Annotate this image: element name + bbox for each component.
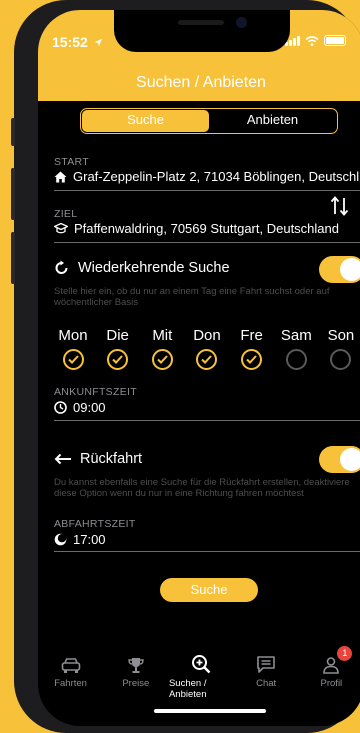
departure-time-field[interactable]: 17:00	[54, 532, 106, 547]
day-sam[interactable]: Sam	[275, 327, 317, 370]
swap-icon[interactable]	[330, 194, 350, 218]
recurring-search-toggle[interactable]	[319, 256, 360, 283]
start-field[interactable]: Graf-Zeppelin-Platz 2, 71034 Böblingen, …	[54, 169, 360, 184]
checkmark-icon[interactable]	[241, 349, 263, 370]
day-label: Son	[327, 327, 355, 344]
checkmark-icon[interactable]	[151, 349, 173, 370]
mode-segmented-control: Suche Anbieten	[80, 108, 338, 134]
status-time: 15:52	[52, 34, 103, 50]
empty-circle-icon[interactable]	[330, 349, 352, 370]
notification-badge: 1	[337, 646, 353, 661]
recurring-search-title: Wiederkehrende Suche	[78, 260, 230, 276]
battery-icon	[324, 35, 346, 46]
return-trip-helper: Du kannst ebenfalls eine Suche für die R…	[54, 477, 350, 499]
mute-switch	[11, 118, 15, 146]
home-icon	[54, 171, 67, 182]
checkmark-icon[interactable]	[107, 349, 129, 370]
phone-frame: 15:52 Suchen / Anbieten Suche Anbieten S…	[11, 0, 360, 733]
wifi-icon	[305, 35, 319, 46]
tab-suchen-anbieten[interactable]: Suchen / Anbieten	[169, 652, 233, 702]
recurring-search-helper: Stelle hier ein, ob du nur an einem Tag …	[54, 286, 330, 308]
tab-suche[interactable]: Suche	[82, 110, 209, 132]
location-arrow-icon	[94, 38, 102, 47]
screen: 15:52 Suchen / Anbieten Suche Anbieten S…	[38, 10, 360, 726]
tab-label: Chat	[256, 678, 277, 689]
moon-clock-icon	[54, 533, 67, 546]
tab-label: Preise	[122, 678, 150, 689]
destination-label: ZIEL	[54, 208, 78, 220]
recurring-search-row: Wiederkehrende Suche	[54, 260, 230, 276]
departure-time-value: 17:00	[73, 532, 106, 547]
bottom-tab-bar: Fahrten Preise Suchen / Anbieten Chat 1 …	[38, 646, 360, 702]
day-label: Fre	[240, 327, 263, 344]
tab-preise[interactable]: Preise	[104, 652, 168, 702]
destination-field[interactable]: Pfaffenwaldring, 70569 Stuttgart, Deutsc…	[54, 221, 339, 236]
status-icons	[285, 35, 346, 46]
tab-chat[interactable]: Chat	[234, 652, 298, 702]
home-indicator[interactable]	[154, 709, 266, 713]
page-title: Suchen / Anbieten	[136, 74, 266, 91]
day-label: Die	[106, 327, 129, 344]
tab-anbieten[interactable]: Anbieten	[209, 110, 336, 132]
return-trip-toggle[interactable]	[319, 446, 360, 473]
departure-time-label: ABFAHRTSZEIT	[54, 518, 136, 530]
repeat-icon	[55, 260, 68, 274]
arrow-left-icon	[54, 453, 71, 465]
departure-underline	[54, 551, 360, 552]
tab-label: Suchen / Anbieten	[168, 678, 207, 700]
profile-icon	[323, 657, 340, 674]
search-plus-icon	[191, 655, 211, 674]
checkmark-icon[interactable]	[62, 349, 84, 370]
arrival-time-value: 09:00	[73, 400, 106, 415]
search-button[interactable]: Suche	[160, 578, 258, 602]
start-label: START	[54, 156, 89, 168]
car-icon	[61, 658, 80, 673]
start-value: Graf-Zeppelin-Platz 2, 71034 Böblingen, …	[73, 169, 360, 184]
notch	[114, 10, 290, 52]
start-underline	[54, 190, 360, 191]
return-trip-row: Rückfahrt	[54, 451, 142, 467]
trophy-icon	[128, 658, 144, 673]
volume-up-button	[11, 168, 15, 220]
volume-down-button	[11, 232, 15, 284]
day-don[interactable]: Don	[186, 327, 228, 370]
day-label: Mon	[58, 327, 88, 344]
checkmark-icon[interactable]	[196, 349, 218, 370]
day-mon[interactable]: Mon	[52, 327, 94, 370]
weekday-selector: Mon Die Mit Don Fre Sam Son	[52, 327, 360, 370]
destination-underline	[54, 242, 360, 243]
day-label: Don	[193, 327, 221, 344]
tab-label: Profil	[320, 678, 343, 689]
day-fre[interactable]: Fre	[231, 327, 273, 370]
empty-circle-icon[interactable]	[285, 349, 307, 370]
day-label: Sam	[280, 327, 312, 344]
tab-fahrten[interactable]: Fahrten	[39, 652, 103, 702]
arrival-time-label: ANKUNFTSZEIT	[54, 386, 137, 398]
graduation-cap-icon	[54, 222, 68, 233]
destination-value: Pfaffenwaldring, 70569 Stuttgart, Deutsc…	[74, 221, 339, 236]
tab-profil[interactable]: 1 Profil	[299, 646, 360, 702]
app-header: 15:52 Suchen / Anbieten	[38, 10, 360, 101]
tab-label: Fahrten	[54, 678, 87, 689]
clock-icon	[54, 401, 67, 414]
day-mit[interactable]: Mit	[141, 327, 183, 370]
day-label: Mit	[152, 327, 173, 344]
day-son[interactable]: Son	[320, 327, 360, 370]
arrival-time-field[interactable]: 09:00	[54, 400, 106, 415]
return-trip-title: Rückfahrt	[80, 451, 143, 467]
day-die[interactable]: Die	[97, 327, 139, 370]
arrival-underline	[54, 420, 360, 421]
chat-icon	[257, 656, 275, 673]
